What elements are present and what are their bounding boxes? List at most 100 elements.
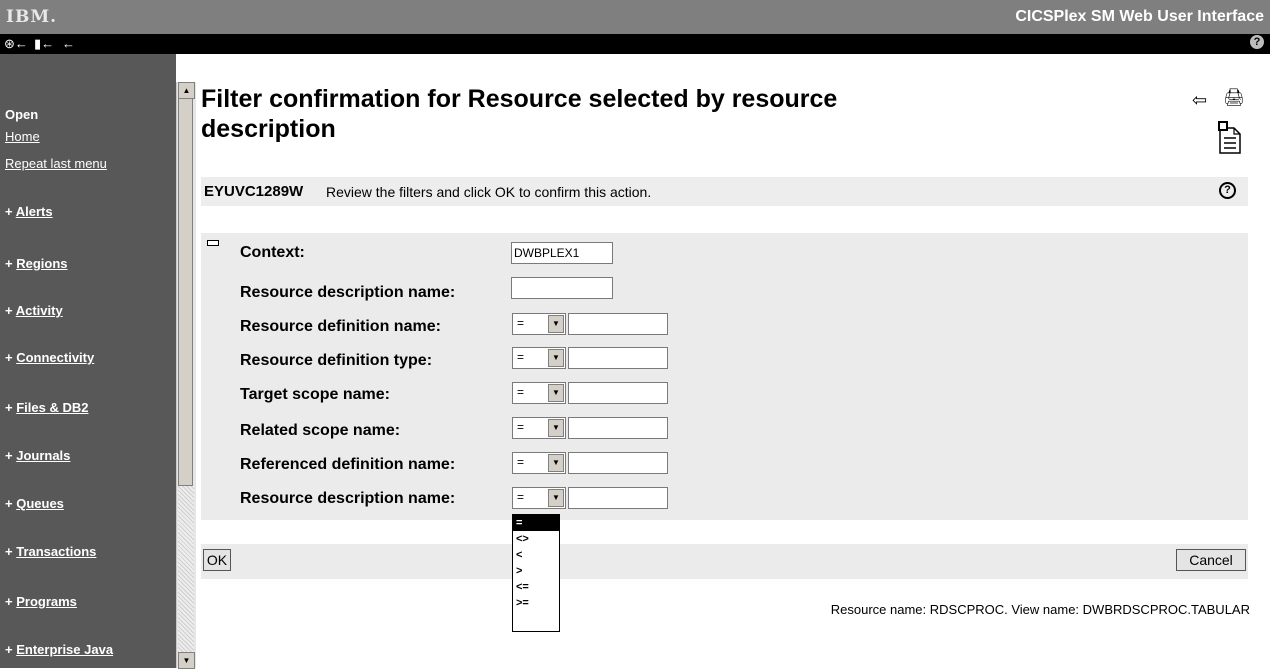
nav-item-label: Transactions	[16, 544, 97, 559]
app-title: CICSPlex SM Web User Interface	[1015, 8, 1264, 25]
toolbar: ⊛← ▮← ← ?	[0, 34, 1270, 54]
document-list-icon[interactable]	[1216, 120, 1242, 154]
nav-item-journals[interactable]: + Journals	[5, 448, 70, 463]
scroll-down-icon[interactable]: ▼	[178, 652, 195, 669]
button-bar	[201, 544, 1248, 579]
nav-item-label: Enterprise Java	[16, 642, 114, 657]
collapse-icon[interactable]	[207, 240, 219, 246]
filter-value-field[interactable]	[568, 487, 668, 509]
expand-plus-icon: +	[5, 303, 16, 318]
filter-label: Resource definition name:	[240, 318, 441, 335]
expand-plus-icon: +	[5, 544, 17, 559]
filter-value-field[interactable]	[568, 382, 668, 404]
operator-value: =	[517, 350, 525, 364]
dropdown-option[interactable]: <>	[513, 531, 559, 547]
operator-value: =	[517, 490, 525, 504]
back-arrow-icon[interactable]: ⇦	[1192, 90, 1207, 111]
dropdown-arrow-icon[interactable]: ▼	[548, 349, 564, 367]
filter-label: Resource definition type:	[240, 352, 433, 369]
nav-item-label: Queues	[16, 496, 64, 511]
dropdown-arrow-icon[interactable]: ▼	[548, 315, 564, 333]
filter-label: Related scope name:	[240, 422, 401, 439]
message-text: Review the filters and click OK to confi…	[326, 184, 652, 200]
page-title: Filter confirmation for Resource selecte…	[201, 85, 838, 143]
nav-item-label: Files & DB2	[16, 400, 89, 415]
dropdown-option[interactable]: >	[513, 563, 559, 579]
help-icon[interactable]: ?	[1219, 182, 1236, 199]
nav-item-label: Journals	[16, 448, 71, 463]
operator-select[interactable]: = ▼	[512, 347, 566, 369]
context-label: Context:	[240, 244, 305, 261]
nav-item-label: Alerts	[15, 204, 53, 219]
filter-label: Target scope name:	[240, 386, 390, 403]
resource-description-name-label: Resource description name:	[240, 284, 456, 301]
nav-item-label: Programs	[16, 594, 77, 609]
operator-value: =	[517, 385, 525, 399]
nav-item-queues[interactable]: + Queues	[5, 496, 64, 511]
nav-item-label: Connectivity	[16, 350, 95, 365]
dropdown-arrow-icon[interactable]: ▼	[548, 489, 564, 507]
nav-home-link[interactable]: Home	[5, 129, 40, 144]
operator-select[interactable]: = ▼	[512, 417, 566, 439]
operator-value: =	[517, 420, 525, 434]
ibm-logo: IBM.	[6, 7, 58, 27]
nav-item-programs[interactable]: + Programs	[5, 594, 77, 609]
scroll-thumb[interactable]	[178, 98, 193, 486]
nav-item-transactions[interactable]: + Transactions	[5, 544, 96, 559]
expand-plus-icon: +	[5, 594, 17, 609]
nav-scrollbar[interactable]: ▲ ▼	[176, 82, 196, 669]
operator-select[interactable]: = ▼	[512, 452, 566, 474]
nav-item-activity[interactable]: + Activity	[5, 303, 63, 318]
navigation-frame: Open Home Repeat last menu + Alerts + Re…	[0, 54, 176, 668]
operator-select[interactable]: = ▼	[512, 382, 566, 404]
restore-nav-icon[interactable]: ⊛←	[4, 34, 28, 54]
print-icon[interactable]: 🖨	[1223, 88, 1245, 108]
scroll-up-icon[interactable]: ▲	[178, 82, 195, 99]
scroll-track[interactable]	[178, 486, 194, 652]
operator-select-open[interactable]: = ▼	[512, 487, 566, 509]
expand-plus-icon: +	[5, 448, 17, 463]
expand-plus-icon: +	[5, 642, 17, 657]
back-icon[interactable]: ←	[62, 34, 75, 54]
collapse-nav-icon[interactable]: ▮←	[34, 34, 54, 54]
resource-view-info: Resource name: RDSCPROC. View name: DWBR…	[830, 602, 1250, 617]
nav-item-alerts[interactable]: + Alerts	[5, 204, 53, 219]
operator-select[interactable]: = ▼	[512, 313, 566, 335]
nav-item-label: Activity	[15, 303, 63, 318]
cancel-button[interactable]: Cancel	[1176, 549, 1246, 571]
filter-value-field[interactable]	[568, 452, 668, 474]
message-code: EYUVC1289W	[204, 183, 304, 200]
dropdown-option[interactable]: <	[513, 547, 559, 563]
filter-panel	[201, 233, 1248, 520]
nav-item-enterprise-java[interactable]: + Enterprise Java	[5, 642, 113, 657]
nav-item-connectivity[interactable]: + Connectivity	[5, 350, 94, 365]
dropdown-option[interactable]: >=	[513, 595, 559, 611]
nav-repeat-last-menu-link[interactable]: Repeat last menu	[5, 156, 107, 171]
nav-open-heading: Open	[5, 107, 39, 122]
dropdown-arrow-icon[interactable]: ▼	[548, 454, 564, 472]
resource-description-name-field[interactable]	[511, 277, 613, 299]
operator-value: =	[517, 316, 525, 330]
context-field[interactable]: DWBPLEX1	[511, 242, 613, 264]
help-icon[interactable]: ?	[1250, 35, 1264, 49]
ok-button[interactable]: OK	[203, 549, 231, 571]
nav-item-regions[interactable]: + Regions	[5, 256, 68, 271]
expand-plus-icon: +	[5, 256, 17, 271]
dropdown-arrow-icon[interactable]: ▼	[548, 384, 564, 402]
dropdown-option[interactable]: <=	[513, 579, 559, 595]
filter-value-field[interactable]	[568, 347, 668, 369]
expand-plus-icon: +	[5, 350, 17, 365]
filter-label: Referenced definition name:	[240, 456, 456, 473]
expand-plus-icon: +	[5, 496, 17, 511]
top-banner: IBM. CICSPlex SM Web User Interface	[0, 0, 1270, 34]
message-bar: EYUVC1289W Review the filters and click …	[201, 177, 1248, 206]
expand-plus-icon: +	[5, 204, 16, 219]
nav-item-files-db2[interactable]: + Files & DB2	[5, 400, 88, 415]
dropdown-arrow-icon[interactable]: ▼	[548, 419, 564, 437]
filter-label: Resource description name:	[240, 490, 456, 507]
filter-value-field[interactable]	[568, 417, 668, 439]
dropdown-option[interactable]: =	[513, 515, 559, 531]
filter-value-field[interactable]	[568, 313, 668, 335]
nav-item-label: Regions	[16, 256, 68, 271]
expand-plus-icon: +	[5, 400, 17, 415]
